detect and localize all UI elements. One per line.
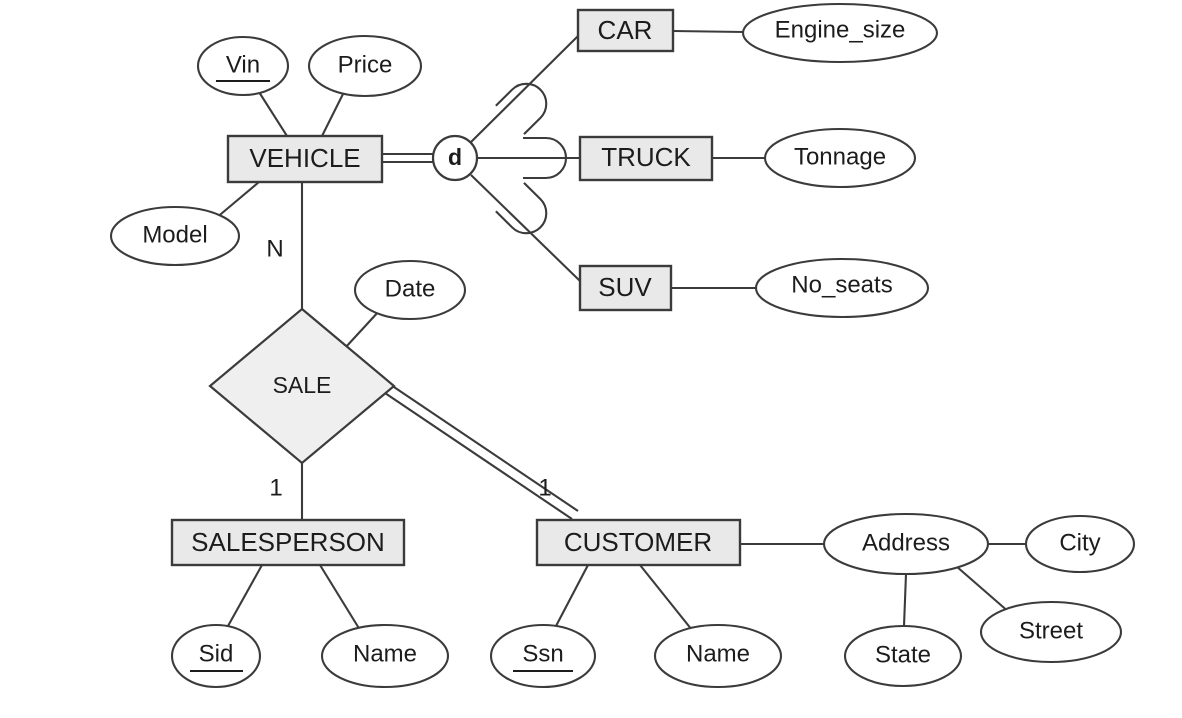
link-salesperson-sid [227, 564, 263, 627]
attribute-no-seats[interactable]: No_seats [754, 257, 930, 319]
subset-symbol-suv [495, 182, 548, 235]
tonnage-label: Tonnage [794, 143, 886, 170]
attribute-state[interactable]: State [843, 624, 963, 688]
link-vin-vehicle [258, 91, 288, 137]
sale-label: SALE [273, 372, 332, 398]
attribute-date[interactable]: Date [353, 259, 467, 321]
sid-label: Sid [199, 640, 234, 667]
entity-car[interactable]: CAR [576, 8, 675, 53]
entity-salesperson[interactable]: SALESPERSON [170, 518, 406, 567]
attribute-price[interactable]: Price [307, 34, 423, 98]
specialization-circle-disjoint[interactable]: d [431, 134, 479, 182]
address-label: Address [862, 529, 950, 556]
attribute-city[interactable]: City [1024, 514, 1136, 574]
entity-truck[interactable]: TRUCK [578, 135, 714, 182]
price-label: Price [338, 51, 393, 78]
link-date-sale [344, 309, 381, 349]
attribute-street[interactable]: Street [979, 600, 1123, 664]
vehicle-label: VEHICLE [249, 143, 360, 173]
model-label: Model [142, 221, 207, 248]
entity-suv[interactable]: SUV [578, 264, 673, 312]
ssn-label: Ssn [522, 640, 563, 667]
link-model-vehicle [214, 181, 260, 220]
truck-label: TRUCK [601, 142, 691, 172]
attribute-engine-size[interactable]: Engine_size [741, 2, 939, 64]
suv-label: SUV [598, 272, 652, 302]
city-label: City [1059, 529, 1100, 556]
attribute-ssn[interactable]: Ssn [489, 623, 597, 689]
link-car-enginesize [672, 29, 745, 34]
entity-customer[interactable]: CUSTOMER [535, 518, 742, 567]
engine-size-label: Engine_size [775, 16, 906, 43]
attribute-vin[interactable]: Vin [196, 35, 290, 97]
er-diagram-canvas: SALE VEHICLE CAR TRUCK SUV SALESPERSON C… [0, 0, 1182, 718]
relationship-sale[interactable]: SALE [208, 307, 396, 465]
attribute-model[interactable]: Model [109, 205, 241, 267]
attribute-customer-name[interactable]: Name [653, 623, 783, 689]
subset-symbol-car [495, 82, 548, 135]
attribute-tonnage[interactable]: Tonnage [763, 127, 917, 189]
cardinality-sale-customer: 1 [538, 474, 551, 501]
date-label: Date [385, 275, 436, 302]
customer-name-label: Name [686, 640, 750, 667]
attribute-salesperson-name[interactable]: Name [320, 623, 450, 689]
cardinality-vehicle-sale: N [266, 235, 283, 262]
state-label: State [875, 641, 931, 668]
attribute-address[interactable]: Address [822, 512, 990, 576]
street-label: Street [1019, 617, 1083, 644]
salesperson-label: SALESPERSON [191, 527, 385, 557]
car-label: CAR [598, 15, 653, 45]
disjoint-label: d [448, 144, 462, 170]
vin-label: Vin [226, 51, 260, 78]
no-seats-label: No_seats [791, 271, 892, 298]
customer-label: CUSTOMER [564, 527, 712, 557]
link-d-car [470, 35, 579, 143]
attribute-sid[interactable]: Sid [170, 623, 262, 689]
link-price-vehicle [321, 91, 345, 137]
entity-vehicle[interactable]: VEHICLE [226, 134, 384, 184]
link-salesperson-name [319, 564, 361, 631]
link-address-street [955, 565, 1011, 614]
link-customer-ssn [555, 564, 589, 627]
link-d-suv [470, 174, 581, 282]
link-customer-name [639, 564, 693, 631]
cardinality-sale-salesperson: 1 [269, 474, 282, 501]
link-address-state [902, 573, 908, 627]
salesperson-name-label: Name [353, 640, 417, 667]
